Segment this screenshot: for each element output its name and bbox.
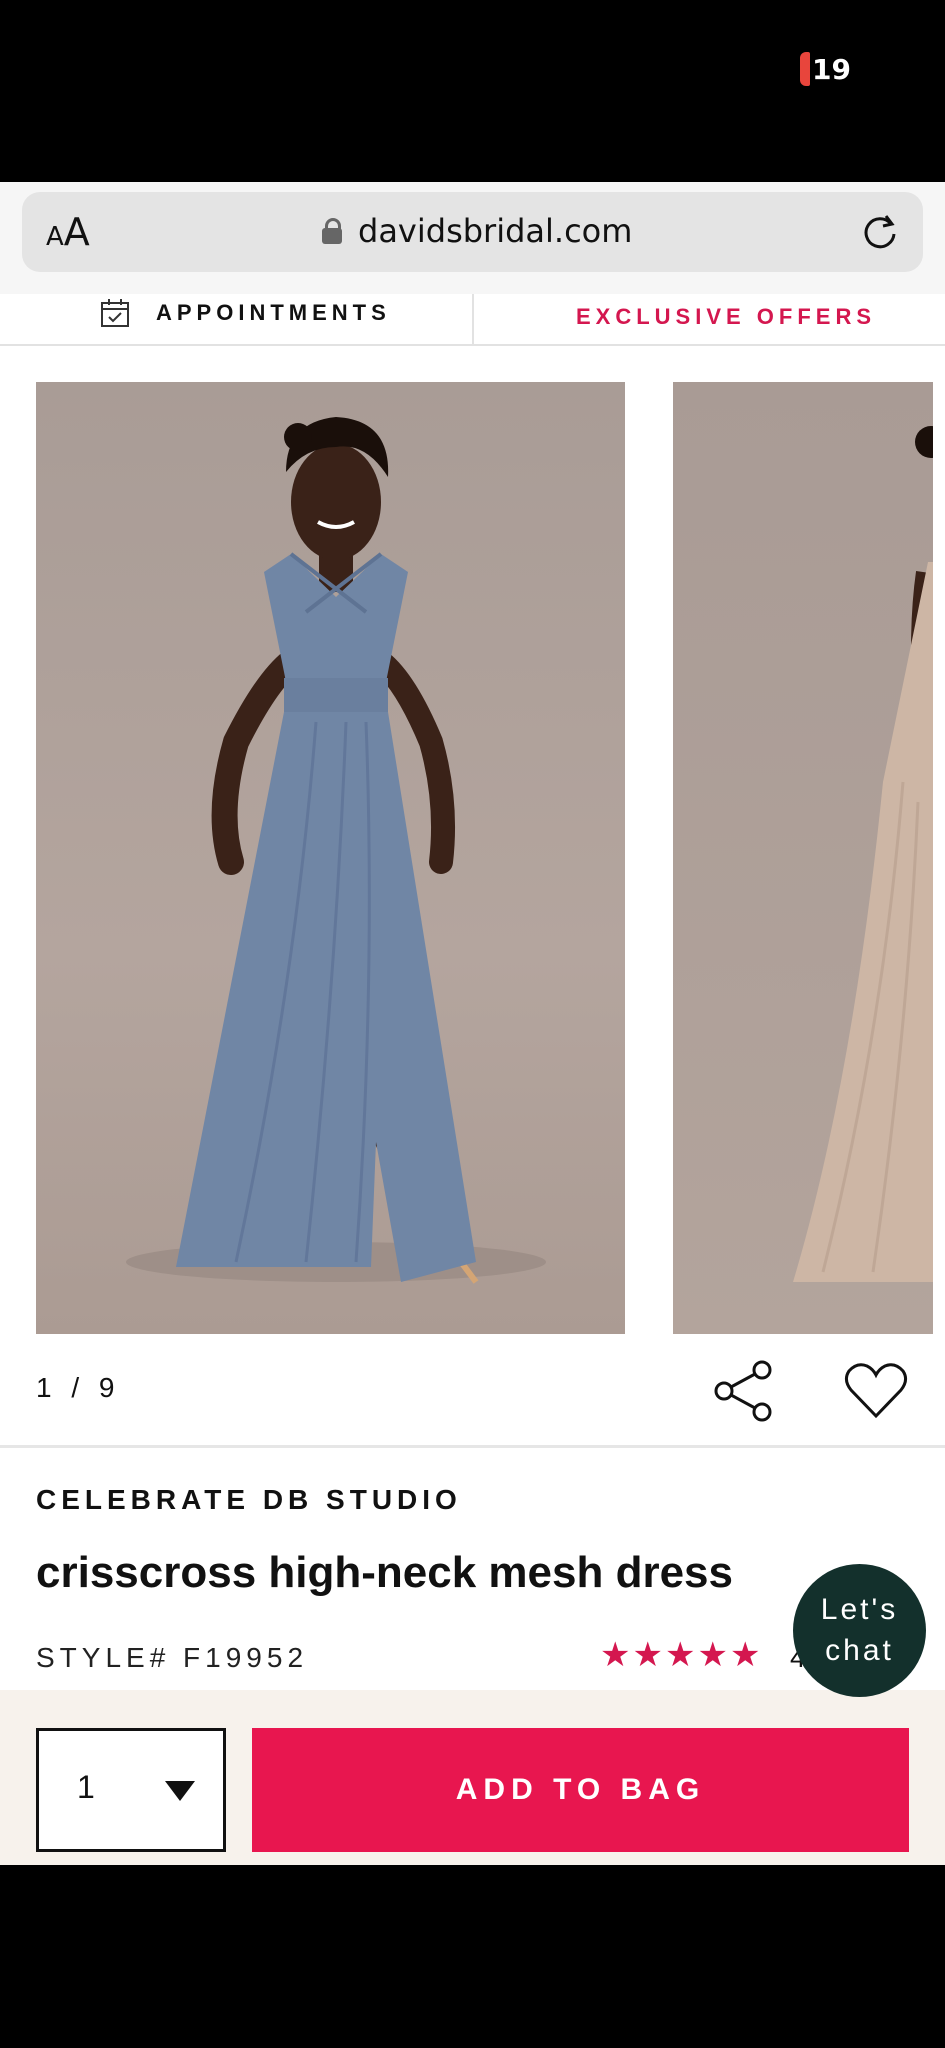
text-size-small-label: A (46, 222, 64, 252)
appointments-link[interactable]: APPOINTMENTS (100, 298, 391, 328)
chevron-down-icon (165, 1781, 195, 1801)
home-indicator-area (0, 1865, 945, 2048)
product-brand[interactable]: CELEBRATE DB STUDIO (36, 1484, 462, 1516)
heart-icon[interactable] (843, 1360, 909, 1422)
section-divider (0, 1445, 945, 1448)
lock-icon (322, 218, 342, 244)
browser-toolbar: AA davidsbridal.com (0, 182, 945, 294)
quantity-value: 1 (77, 1769, 95, 1805)
star-rating[interactable]: ★ ★ ★ ★ ★ (600, 1638, 760, 1672)
star-icon: ★ (632, 1635, 663, 1675)
url-display[interactable]: davidsbridal.com (322, 212, 632, 250)
chat-line-1: Let's (820, 1593, 899, 1626)
status-bar: 19 (0, 0, 945, 182)
star-icon: ★ (600, 1635, 631, 1675)
exclusive-offers-link[interactable]: EXCLUSIVE OFFERS (576, 304, 876, 330)
battery-level: 19 (812, 52, 851, 86)
product-title: crisscross high-neck mesh dress (36, 1548, 733, 1597)
top-nav: APPOINTMENTS EXCLUSIVE OFFERS (0, 294, 945, 346)
star-icon: ★ (664, 1635, 696, 1675)
add-to-bag-button[interactable]: ADD TO BAG (252, 1728, 909, 1852)
chat-line-2: chat (825, 1633, 894, 1667)
battery-indicator: 19 (800, 52, 851, 86)
add-to-bag-label: ADD TO BAG (455, 1773, 706, 1806)
product-image-main[interactable] (36, 382, 625, 1334)
image-counter: 1 / 9 (36, 1372, 121, 1403)
product-image-next[interactable] (673, 382, 933, 1334)
url-text: davidsbridal.com (358, 212, 633, 250)
dress-model-illustration (126, 417, 546, 1284)
appointments-label: APPOINTMENTS (156, 300, 391, 325)
chat-button[interactable]: Let's chat (793, 1564, 926, 1697)
battery-icon (800, 52, 810, 86)
star-icon: ★ (697, 1635, 728, 1675)
quantity-select[interactable]: 1 (36, 1728, 226, 1852)
share-icon[interactable] (712, 1360, 774, 1422)
web-page: AA davidsbridal.com APPOINTMENTS EXCLUSI… (0, 182, 945, 1865)
text-size-button[interactable]: AA (46, 210, 90, 254)
nav-divider (472, 294, 474, 344)
style-number: STYLE# F19952 (36, 1642, 309, 1673)
address-bar[interactable]: AA davidsbridal.com (22, 192, 923, 272)
reload-icon[interactable] (861, 212, 899, 250)
dress-model-illustration-2 (793, 426, 933, 1282)
text-size-large-label: A (63, 210, 90, 254)
calendar-icon (101, 299, 129, 327)
star-icon: ★ (729, 1635, 761, 1675)
